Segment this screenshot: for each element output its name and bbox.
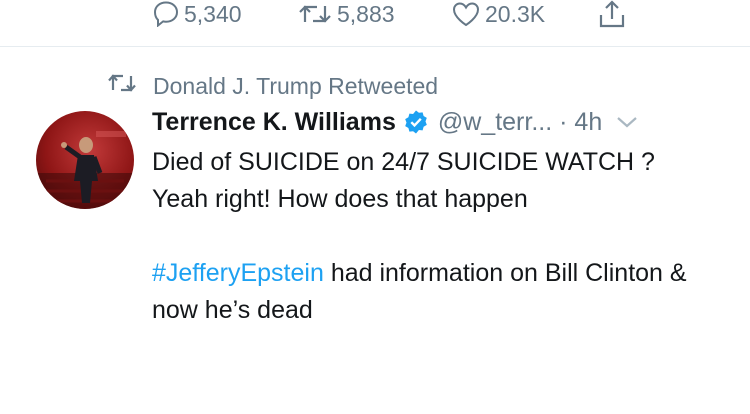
reply-count: 5,340 <box>184 0 242 27</box>
retweeted-by-text: Donald J. Trump Retweeted <box>153 72 439 99</box>
retweet-icon <box>298 2 332 26</box>
retweet-button[interactable]: 5,883 <box>298 0 395 28</box>
tweet-header: Terrence K. Williams @w_terr... · 4h <box>152 104 742 140</box>
share-button[interactable] <box>597 0 627 28</box>
chevron-down-icon[interactable] <box>616 115 638 129</box>
retweet-count: 5,883 <box>337 0 395 27</box>
tweet-text-line: Died of SUICIDE on 24/7 SUICIDE WATCH ? … <box>152 148 655 213</box>
like-icon <box>452 1 480 27</box>
verified-badge-icon <box>403 109 429 135</box>
tweet-text: Died of SUICIDE on 24/7 SUICIDE WATCH ? … <box>152 144 712 329</box>
retweeted-by-banner[interactable]: Donald J. Trump Retweeted <box>107 71 438 101</box>
retweet-icon <box>107 72 137 100</box>
like-count: 20.3K <box>485 0 546 27</box>
reply-icon <box>153 1 179 27</box>
like-button[interactable]: 20.3K <box>452 0 545 28</box>
tweet-timestamp[interactable]: · 4h <box>559 108 602 137</box>
divider <box>0 46 750 47</box>
share-icon <box>597 0 627 29</box>
tweet-text-line: #JefferyEpstein had information on Bill … <box>152 255 712 329</box>
previous-tweet-action-bar: 5,340 5,883 20.3K <box>0 0 750 46</box>
author-handle[interactable]: @w_terr... <box>438 108 552 137</box>
avatar[interactable] <box>36 111 134 209</box>
hashtag-link[interactable]: #JefferyEpstein <box>152 259 324 287</box>
reply-button[interactable]: 5,340 <box>153 0 242 28</box>
author-name[interactable]: Terrence K. Williams <box>152 108 396 137</box>
